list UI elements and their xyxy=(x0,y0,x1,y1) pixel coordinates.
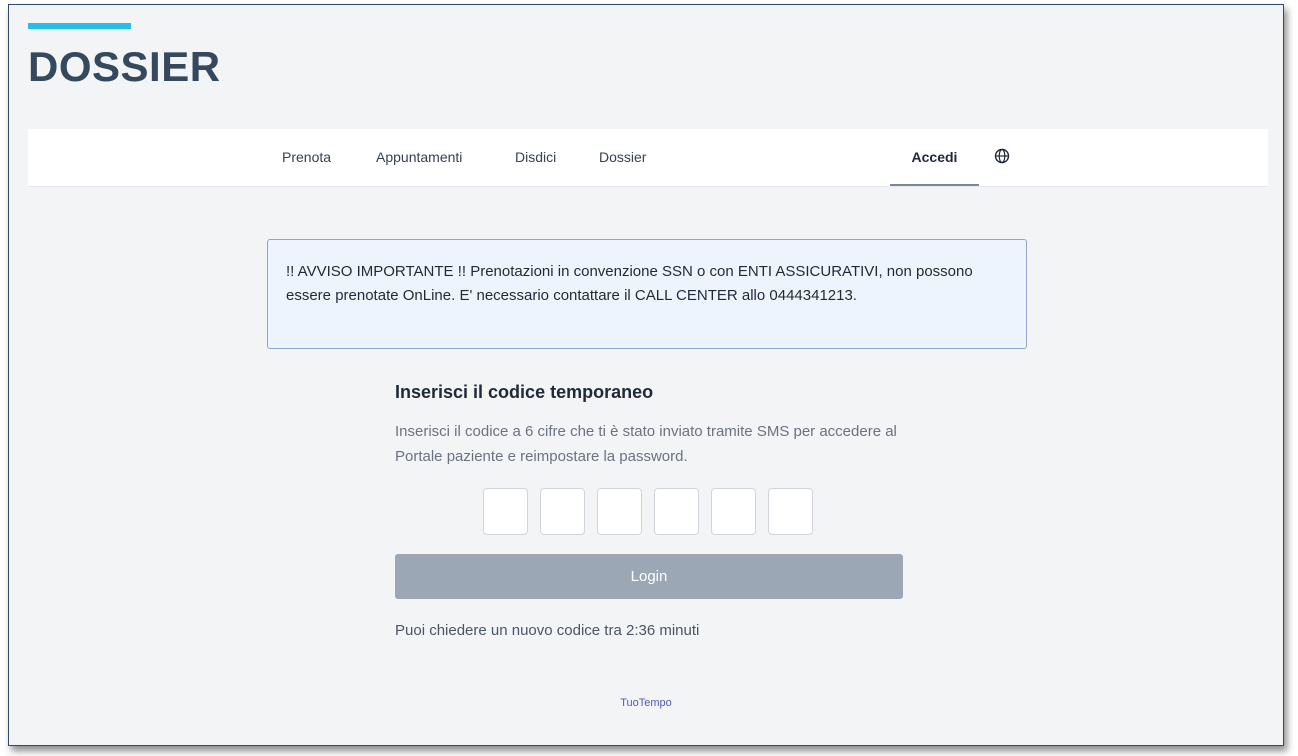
code-digit-1[interactable] xyxy=(483,488,528,535)
important-notice: !! AVVISO IMPORTANTE !! Prenotazioni in … xyxy=(267,239,1027,349)
nav-prenota[interactable]: Prenota xyxy=(282,149,331,165)
brand-accent-bar xyxy=(28,23,131,29)
code-digit-2[interactable] xyxy=(540,488,585,535)
code-inputs xyxy=(483,488,813,535)
resend-timer-text: Puoi chiedere un nuovo codice tra 2:36 m… xyxy=(395,622,700,639)
login-button[interactable]: Login xyxy=(395,554,903,599)
login-description: Inserisci il codice a 6 cifre che ti è s… xyxy=(395,423,897,465)
login-title: Inserisci il codice temporaneo xyxy=(395,382,654,402)
code-digit-3[interactable] xyxy=(597,488,642,535)
nav-accedi[interactable]: Accedi xyxy=(890,129,979,186)
nav-dossier[interactable]: Dossier xyxy=(599,149,646,165)
nav-disdici[interactable]: Disdici xyxy=(515,149,556,165)
footer-tuotempo-link[interactable]: TuoTempo xyxy=(9,697,1283,709)
code-digit-6[interactable] xyxy=(768,488,813,535)
top-navbar: Prenota Appuntamenti Disdici Dossier Acc… xyxy=(28,129,1268,187)
nav-appuntamenti[interactable]: Appuntamenti xyxy=(376,149,462,165)
code-digit-4[interactable] xyxy=(654,488,699,535)
app-window: DOSSIER Prenota Appuntamenti Disdici Dos… xyxy=(8,4,1284,746)
brand-logo: DOSSIER xyxy=(28,43,221,90)
code-digit-5[interactable] xyxy=(711,488,756,535)
globe-icon[interactable] xyxy=(994,148,1010,164)
